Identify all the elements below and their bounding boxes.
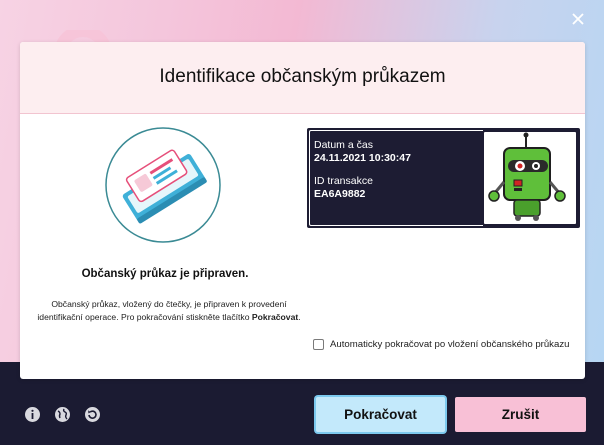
- close-icon: [572, 13, 584, 25]
- status-description-end: .: [298, 311, 301, 322]
- transaction-id-value: EA6A9882: [314, 188, 366, 200]
- refresh-icon[interactable]: [84, 406, 101, 423]
- transaction-panel: Datum a čas 24.11.2021 10:30:47 ID trans…: [307, 128, 580, 228]
- cancel-button[interactable]: Zrušit: [455, 397, 586, 432]
- continue-button[interactable]: Pokračovat: [316, 397, 445, 432]
- globe-icon[interactable]: [54, 406, 71, 423]
- dialog-header: Identifikace občanským průkazem: [20, 42, 585, 114]
- auto-continue-option[interactable]: Automaticky pokračovat po vložení občans…: [313, 337, 569, 351]
- info-icon[interactable]: [24, 406, 41, 423]
- status-title: Občanský průkaz je připraven.: [81, 268, 249, 280]
- id-card-reader-icon: [105, 127, 221, 243]
- robot-avatar-icon: [488, 132, 566, 221]
- auto-continue-label: Automaticky pokračovat po vložení občans…: [330, 338, 570, 350]
- status-description: Občanský průkaz, vložený do čtečky, je p…: [28, 298, 310, 323]
- datetime-label: Datum a čas: [314, 139, 373, 151]
- close-button[interactable]: [568, 10, 588, 30]
- auto-continue-checkbox[interactable]: [313, 338, 324, 350]
- dialog: Identifikace občanským průkazem Občanský…: [20, 42, 585, 379]
- footer-toolbar: [24, 406, 101, 423]
- datetime-value: 24.11.2021 10:30:47: [314, 152, 411, 164]
- dialog-title: Identifikace občanským průkazem: [159, 66, 446, 87]
- avatar: [484, 132, 576, 224]
- status-description-text: Občanský průkaz, vložený do čtečky, je p…: [37, 299, 287, 322]
- transaction-info: Datum a čas 24.11.2021 10:30:47 ID trans…: [309, 130, 483, 226]
- transaction-id-label: ID transakce: [314, 175, 373, 187]
- status-description-bold: Pokračovat: [251, 311, 299, 322]
